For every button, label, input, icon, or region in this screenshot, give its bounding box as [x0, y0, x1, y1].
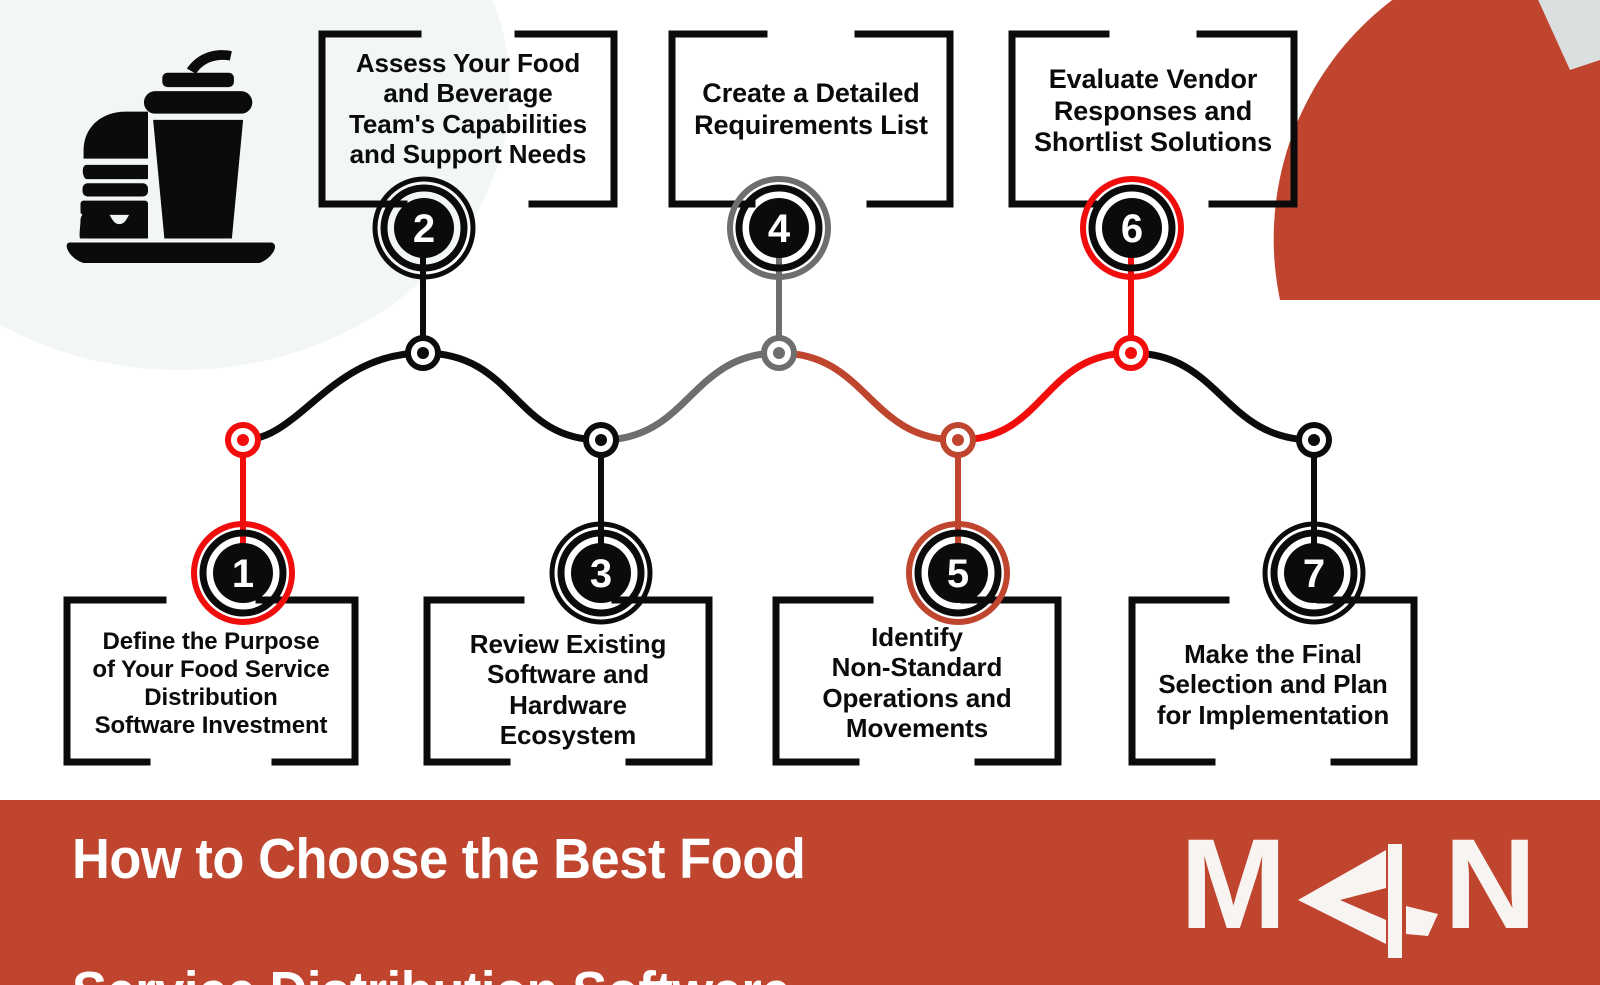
step-7-medallion[interactable]: 7 [1262, 521, 1366, 625]
step-4-medallion[interactable]: 4 [727, 176, 831, 280]
step-7-number: 7 [1303, 552, 1325, 596]
banner-title: How to Choose the Best Food Service Dist… [72, 760, 806, 985]
brand-letter-m: M [1180, 828, 1287, 956]
step-4-label: Create a Detailed Requirements List [694, 78, 928, 140]
step-5-number: 5 [947, 552, 969, 596]
brand-logo-svg: M N [1180, 828, 1536, 958]
brand-a-mark [1298, 843, 1438, 958]
infographic-canvas: Assess Your Food and Beverage Team's Cap… [0, 0, 1600, 985]
flow-node-2 [405, 335, 441, 371]
flow-node-4 [761, 335, 797, 371]
brand-logo[interactable]: M N [1180, 828, 1540, 958]
flow-node-5 [940, 422, 976, 458]
step-6-number: 6 [1121, 207, 1143, 251]
flow-node-7 [1296, 422, 1332, 458]
flow-node-1 [225, 422, 261, 458]
step-2-medallion[interactable]: 2 [372, 176, 476, 280]
step-1-number: 1 [232, 552, 254, 596]
step-6-medallion[interactable]: 6 [1080, 176, 1184, 280]
flow-node-6 [1113, 335, 1149, 371]
bottom-banner: How to Choose the Best Food Service Dist… [0, 800, 1600, 985]
step-5-medallion[interactable]: 5 [906, 521, 1010, 625]
step-3-medallion[interactable]: 3 [549, 521, 653, 625]
step-6-label: Evaluate Vendor Responses and Shortlist … [1033, 64, 1273, 158]
step-1-medallion[interactable]: 1 [191, 521, 295, 625]
banner-title-line-2: Service Distribution Software [72, 960, 791, 985]
step-3-number: 3 [590, 552, 612, 596]
step-4-number: 4 [768, 207, 791, 251]
banner-title-line-1: How to Choose the Best Food [72, 827, 806, 892]
flow-node-3 [583, 422, 619, 458]
burger-and-drink-icon [58, 38, 283, 265]
step-2-number: 2 [413, 207, 435, 251]
step-2-label: Assess Your Food and Beverage Team's Cap… [349, 48, 587, 170]
brand-letter-n: N [1444, 828, 1536, 956]
